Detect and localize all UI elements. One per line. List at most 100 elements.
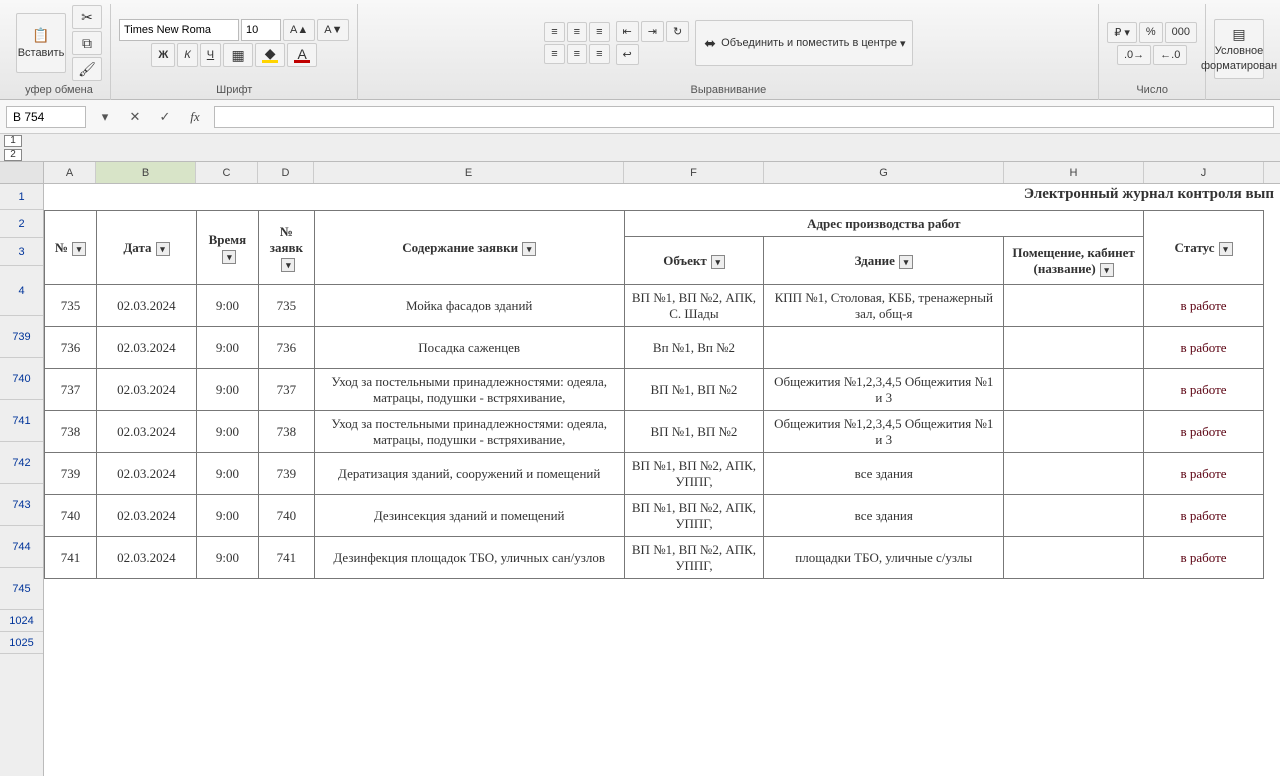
cell-object[interactable]: ВП №1, ВП №2 (624, 369, 764, 411)
cell-content[interactable]: Дезинфекция площадок ТБО, уличных сан/уз… (314, 537, 624, 579)
cut-button[interactable]: ✂ (72, 5, 102, 29)
cell-date[interactable]: 02.03.2024 (96, 453, 196, 495)
col-header[interactable]: H (1004, 162, 1144, 183)
copy-button[interactable]: ⧉ (72, 31, 102, 55)
col-header[interactable]: A (44, 162, 96, 183)
cell-building[interactable]: все здания (764, 495, 1004, 537)
cell-room[interactable] (1004, 369, 1144, 411)
name-box[interactable] (6, 106, 86, 128)
align-right-button[interactable]: ≡ (589, 44, 609, 64)
cell-status[interactable]: в работе (1144, 369, 1264, 411)
cell-num[interactable]: 736 (45, 327, 97, 369)
cell-req[interactable]: 739 (258, 453, 314, 495)
row-number[interactable]: 739 (0, 316, 43, 358)
increase-indent-button[interactable]: ⇥ (641, 21, 664, 42)
cell-content[interactable]: Дезинсекция зданий и помещений (314, 495, 624, 537)
cell-content[interactable]: Мойка фасадов зданий (314, 285, 624, 327)
cell-time[interactable]: 9:00 (196, 537, 258, 579)
wrap-text-button[interactable]: ↩ (616, 44, 639, 65)
formula-input[interactable] (214, 106, 1274, 128)
filter-arrow-icon[interactable]: ▾ (222, 250, 236, 264)
row-number[interactable]: 742 (0, 442, 43, 484)
font-color-button[interactable]: A (287, 43, 317, 67)
cell-building[interactable]: Общежития №1,2,3,4,5 Общежития №1 и 3 (764, 411, 1004, 453)
comma-style-button[interactable]: 000 (1165, 22, 1197, 43)
cell-time[interactable]: 9:00 (196, 369, 258, 411)
font-name-select[interactable] (119, 19, 239, 41)
conditional-formatting-button[interactable]: ▤ Условное форматирован (1214, 19, 1264, 79)
cell-status[interactable]: в работе (1144, 285, 1264, 327)
row-number[interactable]: 3 (0, 238, 43, 266)
col-header[interactable]: J (1144, 162, 1264, 183)
cell-status[interactable]: в работе (1144, 453, 1264, 495)
outline-level-1[interactable]: 1 (4, 135, 22, 147)
cell-room[interactable] (1004, 453, 1144, 495)
italic-button[interactable]: К (177, 43, 197, 67)
cell-status[interactable]: в работе (1144, 411, 1264, 453)
row-number[interactable]: 1 (0, 184, 43, 210)
filter-arrow-icon[interactable]: ▾ (72, 242, 86, 256)
cell-object[interactable]: ВП №1, ВП №2, АПК, УППГ, (624, 453, 764, 495)
align-top-button[interactable]: ≡ (544, 22, 564, 42)
cell-date[interactable]: 02.03.2024 (96, 369, 196, 411)
cell-content[interactable]: Дератизация зданий, сооружений и помещен… (314, 453, 624, 495)
col-header[interactable]: G (764, 162, 1004, 183)
col-header[interactable]: C (196, 162, 258, 183)
filter-arrow-icon[interactable]: ▾ (1100, 263, 1114, 277)
cell-num[interactable]: 737 (45, 369, 97, 411)
cell-room[interactable] (1004, 537, 1144, 579)
cell-status[interactable]: в работе (1144, 327, 1264, 369)
row-number[interactable]: 1024 (0, 610, 43, 632)
table-row[interactable]: 73502.03.20249:00735Мойка фасадов зданий… (45, 285, 1264, 327)
cell-req[interactable]: 738 (258, 411, 314, 453)
cell-date[interactable]: 02.03.2024 (96, 327, 196, 369)
fill-color-button[interactable]: ◆ (255, 43, 285, 67)
borders-button[interactable]: ▦ (223, 43, 253, 67)
name-box-dropdown-icon[interactable]: ▾ (94, 109, 116, 125)
table-row[interactable]: 74002.03.20249:00740Дезинсекция зданий и… (45, 495, 1264, 537)
cell-room[interactable] (1004, 285, 1144, 327)
cell-building[interactable]: Общежития №1,2,3,4,5 Общежития №1 и 3 (764, 369, 1004, 411)
filter-arrow-icon[interactable]: ▾ (899, 255, 913, 269)
cell-num[interactable]: 740 (45, 495, 97, 537)
filter-arrow-icon[interactable]: ▾ (156, 242, 170, 256)
cell-content[interactable]: Посадка саженцев (314, 327, 624, 369)
cell-room[interactable] (1004, 411, 1144, 453)
cell-object[interactable]: ВП №1, ВП №2, АПК, УППГ, (624, 495, 764, 537)
percent-button[interactable]: % (1139, 22, 1163, 43)
row-number[interactable]: 745 (0, 568, 43, 610)
cell-building[interactable]: все здания (764, 453, 1004, 495)
cell-num[interactable]: 741 (45, 537, 97, 579)
row-number[interactable]: 740 (0, 358, 43, 400)
cell-time[interactable]: 9:00 (196, 327, 258, 369)
row-number[interactable]: 2 (0, 210, 43, 238)
align-center-button[interactable]: ≡ (567, 44, 587, 64)
cell-status[interactable]: в работе (1144, 495, 1264, 537)
cell-status[interactable]: в работе (1144, 537, 1264, 579)
cell-building[interactable]: КПП №1, Столовая, КББ, тренажерный зал, … (764, 285, 1004, 327)
row-number[interactable]: 743 (0, 484, 43, 526)
grid[interactable]: A B C D E F G H J Электронный журнал кон… (44, 162, 1280, 776)
decrease-indent-button[interactable]: ⇤ (616, 21, 639, 42)
cell-time[interactable]: 9:00 (196, 285, 258, 327)
filter-arrow-icon[interactable]: ▾ (711, 255, 725, 269)
row-number[interactable]: 744 (0, 526, 43, 568)
table-row[interactable]: 74102.03.20249:00741Дезинфекция площадок… (45, 537, 1264, 579)
cell-num[interactable]: 739 (45, 453, 97, 495)
table-row[interactable]: 73902.03.20249:00739Дератизация зданий, … (45, 453, 1264, 495)
cell-room[interactable] (1004, 495, 1144, 537)
cell-req[interactable]: 741 (258, 537, 314, 579)
fx-button[interactable]: fx (184, 109, 206, 125)
cell-object[interactable]: Вп №1, Вп №2 (624, 327, 764, 369)
cell-num[interactable]: 735 (45, 285, 97, 327)
cell-date[interactable]: 02.03.2024 (96, 285, 196, 327)
cell-object[interactable]: ВП №1, ВП №2, АПК, С. Шады (624, 285, 764, 327)
cell-time[interactable]: 9:00 (196, 411, 258, 453)
cell-building[interactable] (764, 327, 1004, 369)
currency-button[interactable]: ₽▾ (1107, 22, 1137, 43)
accept-formula-button[interactable]: ✓ (154, 109, 176, 125)
cell-room[interactable] (1004, 327, 1144, 369)
cancel-formula-button[interactable]: ✕ (124, 109, 146, 125)
col-header[interactable]: F (624, 162, 764, 183)
filter-arrow-icon[interactable]: ▾ (281, 258, 295, 272)
